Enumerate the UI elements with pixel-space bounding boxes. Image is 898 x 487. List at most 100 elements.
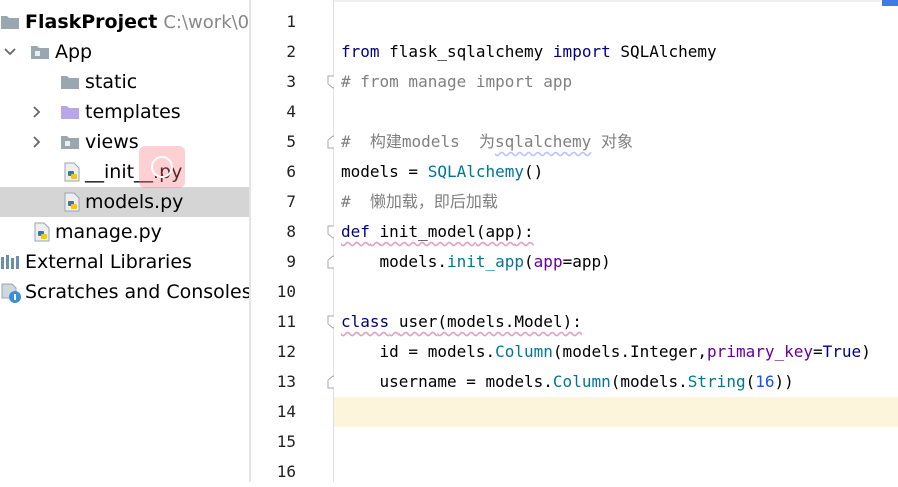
python-file-icon	[32, 222, 52, 242]
code-token: =	[813, 342, 823, 361]
project-tree: FlaskProjectC:\work\02\ App static templ…	[0, 0, 249, 482]
code-token: class	[341, 312, 390, 331]
tree-item-views[interactable]: views	[0, 127, 249, 157]
code-token: id = models.	[341, 342, 496, 361]
code-token: app	[485, 222, 515, 241]
code-line-11[interactable]: class user(models.Model):	[334, 307, 898, 337]
line-number: 8	[286, 222, 296, 241]
scratches-icon	[0, 282, 21, 303]
tree-label: manage.py	[55, 221, 162, 243]
code-token: ):	[514, 222, 534, 241]
line-number: 7	[286, 192, 296, 211]
tree-label: templates	[85, 101, 181, 123]
code-line-12[interactable]: id = models.Column(models.Integer,primar…	[334, 337, 898, 367]
code-line-7[interactable]: # 懒加载，即后加载	[334, 187, 898, 217]
line-number: 10	[276, 282, 296, 301]
chevron-down-icon[interactable]	[3, 45, 17, 59]
tree-label: models.py	[85, 191, 184, 213]
code-token: username = models.	[341, 372, 553, 391]
line-number: 1	[286, 12, 296, 31]
code-token: flask_sqlalchemy	[379, 42, 553, 61]
tree-label: App	[55, 41, 93, 63]
code-token: primary_key	[707, 342, 814, 361]
line-number: 2	[286, 42, 296, 61]
templates-folder-icon	[60, 102, 80, 122]
code-token: models	[401, 132, 460, 151]
code-token: # 构建	[341, 132, 402, 151]
tree-item-scratches-and-consoles[interactable]: Scratches and Consoles	[0, 277, 249, 307]
code-token: (models.Integer,	[552, 342, 708, 361]
code-token: sqlalchemy	[494, 132, 592, 151]
code-line-3[interactable]: # from manage import app	[334, 67, 898, 97]
code-line-9[interactable]: models.init_app(app=app)	[334, 247, 898, 277]
code-token: models.	[341, 252, 447, 271]
chevron-right-icon[interactable]	[30, 135, 44, 149]
code-token: # 懒加载，即后加载	[341, 192, 498, 211]
python-file-icon	[62, 162, 82, 182]
record-overlay-icon	[139, 146, 185, 188]
tree-label: Scratches and Consoles	[25, 281, 249, 303]
scroll-marker[interactable]	[882, 0, 898, 6]
line-number: 4	[286, 102, 296, 121]
chevron-right-icon[interactable]	[30, 105, 44, 119]
code-token: (	[745, 372, 756, 391]
line-number: 11	[276, 312, 296, 331]
code-token: app	[533, 252, 563, 271]
line-number: 15	[276, 432, 296, 451]
folder-icon	[30, 42, 50, 62]
line-number-current: 14	[276, 402, 296, 421]
code-token: Column	[552, 372, 611, 391]
package-folder-icon	[60, 132, 80, 152]
code-editor[interactable]: from flask_sqlalchemy import SQLAlchemy …	[334, 0, 898, 482]
code-token: ))	[774, 372, 794, 391]
line-number: 3	[286, 72, 296, 91]
code-token: def	[341, 222, 370, 241]
editor-gutter: 1 2 3 4 5 6 7 8 9 10 11 12 13 14 15 16	[251, 0, 339, 482]
tree-item-external-libraries[interactable]: External Libraries	[0, 247, 249, 277]
code-token: SQLAlchemy	[427, 162, 525, 181]
code-token: (	[475, 222, 486, 241]
code-token: =app)	[562, 252, 611, 271]
code-token: True	[822, 342, 862, 361]
tree-item-static[interactable]: static	[0, 67, 249, 97]
tree-item-templates[interactable]: templates	[0, 97, 249, 127]
code-token: (models.Model):	[437, 312, 582, 331]
tree-item-init-py[interactable]: __init__.py	[0, 157, 249, 187]
code-token: # from manage import app	[341, 72, 573, 91]
code-line-13[interactable]: username = models.Column(models.String(1…	[334, 367, 898, 397]
line-number: 13	[276, 372, 296, 391]
code-line-6[interactable]: models = SQLAlchemy()	[334, 157, 898, 187]
code-token: ()	[524, 162, 544, 181]
editor-top-border	[334, 0, 898, 2]
tree-item-app[interactable]: App	[0, 37, 249, 67]
code-token: (models.	[610, 372, 688, 391]
code-token: String	[687, 372, 746, 391]
code-line-5[interactable]: # 构建models 为sqlalchemy 对象	[334, 127, 898, 157]
tree-root-flaskproject[interactable]: FlaskProjectC:\work\02\	[0, 7, 249, 37]
tree-label: views	[85, 131, 139, 153]
code-line-14-current[interactable]	[334, 397, 898, 427]
code-token: SQLAlchemy	[610, 42, 717, 61]
line-number: 6	[286, 162, 296, 181]
folder-icon	[0, 12, 20, 32]
code-token: (	[524, 252, 534, 271]
code-line-8[interactable]: def init_model(app):	[334, 217, 898, 247]
tree-item-models-py[interactable]: models.py	[0, 187, 249, 217]
code-token: user	[398, 312, 438, 331]
code-token: 为	[459, 132, 495, 151]
line-number: 5	[286, 132, 296, 151]
root-path: C:\work\02\	[163, 12, 249, 33]
tree-item-manage-py[interactable]: manage.py	[0, 217, 249, 247]
tree-label: static	[85, 71, 138, 93]
code-token: models =	[341, 162, 428, 181]
code-token: init_app	[446, 252, 525, 271]
libraries-icon	[0, 252, 20, 272]
folder-icon	[60, 72, 80, 92]
tree-label: External Libraries	[25, 251, 192, 273]
code-token: import	[552, 42, 611, 61]
python-file-icon	[62, 192, 82, 212]
code-line-2[interactable]: from flask_sqlalchemy import SQLAlchemy	[334, 37, 898, 67]
code-token: Column	[495, 342, 553, 361]
